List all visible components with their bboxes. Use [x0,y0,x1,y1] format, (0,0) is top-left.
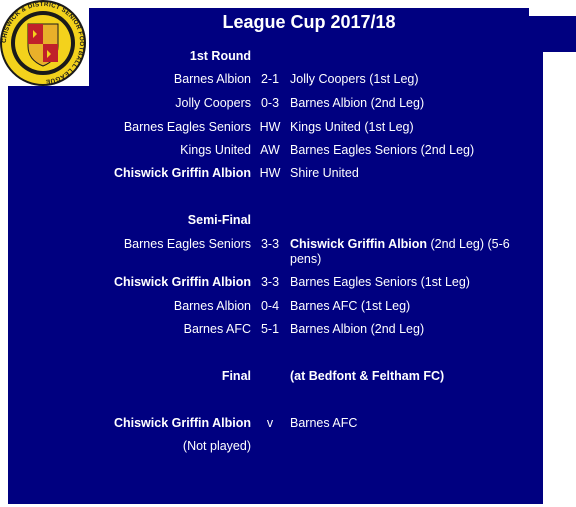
match-score: 2-1 [260,72,280,86]
away-team: Barnes AFC (1st Leg) [290,299,411,313]
final-venue: (at Bedfont & Feltham FC) [290,369,445,383]
match-note: (Not played) [182,439,251,453]
away-team: Barnes Eagles Seniors (1st Leg) [290,275,470,289]
away-team: Barnes AFC [290,416,358,430]
home-team: Jolly Coopers [175,96,251,110]
logo-ring-text: CHISWICK & DISTRICT SENIOR FOOTBALL LEAG… [1,1,85,85]
match-score: AW [260,143,280,157]
away-team: Barnes Albion (2nd Leg) [290,96,425,110]
home-team: Barnes Eagles Seniors [123,237,251,251]
away-team: Shire United [290,166,359,180]
home-team: Chiswick Griffin Albion [113,166,251,180]
svg-text:CHISWICK & DISTRICT SENIOR FOO: CHISWICK & DISTRICT SENIOR FOOTBALL LEAG… [1,1,85,85]
match-score: HW [259,166,281,180]
home-team: Barnes AFC [183,322,251,336]
home-team: Barnes Eagles Seniors [123,120,251,134]
home-team: Chiswick Griffin Albion [113,416,251,430]
away-team-name: Chiswick Griffin Albion [290,237,428,251]
away-team: Kings United (1st Leg) [290,120,414,134]
match-score: v [266,416,274,430]
match-score: 0-3 [260,96,280,110]
away-team: Chiswick Griffin Albion (2nd Leg) (5-6 p… [290,237,535,267]
home-team: Barnes Albion [173,72,251,86]
away-team: Barnes Eagles Seniors (2nd Leg) [290,143,475,157]
section-heading: Semi-Final [187,213,251,227]
match-score: HW [259,120,281,134]
match-score: 3-3 [260,275,280,289]
match-score: 3-3 [260,237,280,251]
section-heading: Final [221,369,251,383]
away-team: Barnes Albion (2nd Leg) [290,322,425,336]
home-team: Chiswick Griffin Albion [113,275,251,289]
section-heading: 1st Round [189,49,251,63]
match-score: 5-1 [260,322,280,336]
match-score: 0-4 [260,299,280,313]
home-team: Kings United [180,143,251,157]
page: League Cup 2017/18 1st Round Barnes Albi… [0,0,576,507]
away-team: Jolly Coopers (1st Leg) [290,72,419,86]
results-table: 1st Round Barnes Albion 2-1 Jolly Cooper… [0,0,576,507]
home-team: Barnes Albion [173,299,251,313]
